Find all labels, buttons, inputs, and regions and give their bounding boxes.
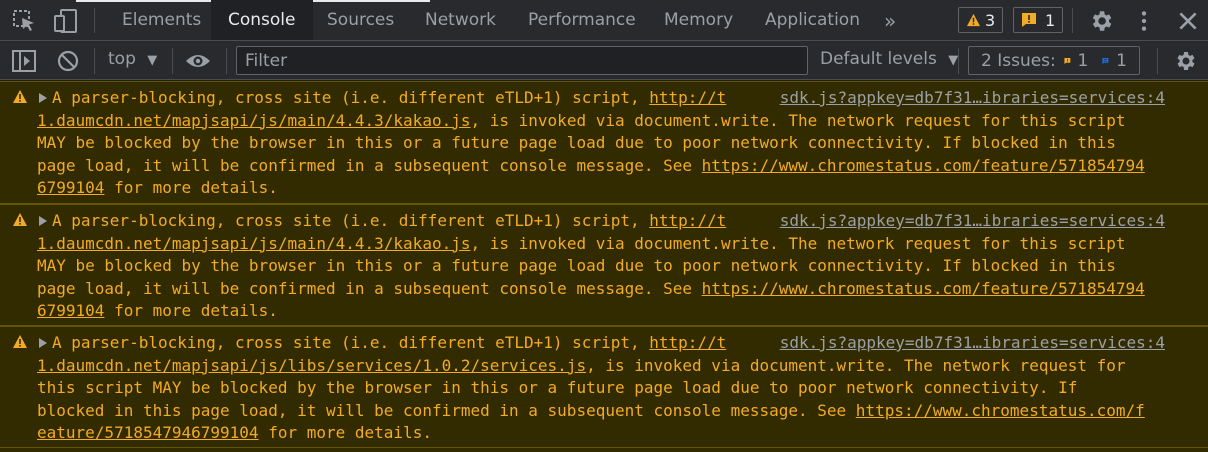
console-warning-message[interactable]: A parser-blocking, cross site (i.e. diff…	[0, 326, 1208, 448]
toolbar-divider	[1072, 8, 1073, 33]
toolbar-divider	[94, 48, 95, 74]
issues-count: 1	[1045, 10, 1056, 30]
script-url-link[interactable]: http://t	[649, 88, 726, 107]
warning-icon	[13, 335, 27, 348]
source-location-link[interactable]: sdk.js?appkey=db7f31…ibraries=services:4	[755, 87, 1165, 110]
script-url-link-cont[interactable]: 1.daumcdn.net/mapjsapi/js/libs/services/…	[37, 356, 586, 375]
issue-warning-flag-icon	[1064, 57, 1071, 64]
clear-console-icon[interactable]	[57, 50, 79, 72]
issue-info-flag-icon	[1102, 57, 1109, 64]
script-url-link[interactable]: http://t	[649, 211, 726, 230]
console-warning-message[interactable]: A parser-blocking, cross site (i.e. diff…	[0, 204, 1208, 326]
log-levels-dropdown[interactable]: Default levels ▼	[820, 49, 958, 69]
chromestatus-link-cont[interactable]: eature/5718547946799104	[37, 423, 259, 442]
chromestatus-link[interactable]: https://www.chromestatus.com/feature/571…	[702, 156, 1145, 175]
chromestatus-link[interactable]: https://www.chromestatus.com/f	[856, 401, 1145, 420]
device-toolbar-icon[interactable]	[52, 9, 80, 33]
chromestatus-link[interactable]: https://www.chromestatus.com/feature/571…	[702, 279, 1145, 298]
live-expression-eye-icon[interactable]	[185, 52, 211, 70]
warnings-count: 3	[985, 10, 996, 30]
toolbar-divider	[172, 48, 173, 74]
tab-console[interactable]: Console	[211, 0, 313, 40]
issues-label: 2 Issues:	[981, 50, 1056, 71]
filter-input[interactable]	[236, 46, 808, 75]
log-levels-label: Default levels	[820, 49, 937, 69]
console-warning-message[interactable]: A parser-blocking, cross site (i.e. diff…	[0, 81, 1208, 204]
warning-icon	[13, 213, 27, 226]
tab-network[interactable]: Network	[425, 0, 496, 40]
toolbar-divider	[1157, 48, 1158, 74]
issue-flag-icon	[1022, 13, 1036, 27]
tab-application[interactable]: Application	[765, 0, 860, 40]
script-url-link-cont[interactable]: 1.daumcdn.net/mapjsapi/js/main/4.4.3/kak…	[37, 111, 470, 130]
tab-memory[interactable]: Memory	[664, 0, 733, 40]
devtools-tabbar: Elements Console Sources Network Perform…	[0, 0, 1208, 41]
warnings-badge[interactable]: 3	[958, 7, 1004, 33]
dropdown-arrow-icon: ▼	[147, 53, 158, 68]
settings-gear-icon[interactable]	[1088, 8, 1114, 34]
toolbar-divider	[958, 48, 959, 74]
script-url-link[interactable]: http://t	[649, 333, 726, 352]
toolbar-divider	[94, 8, 95, 33]
toolbar-divider	[226, 48, 227, 74]
issues-warning-count: 1	[1077, 50, 1089, 71]
warning-icon	[966, 13, 981, 27]
dropdown-arrow-icon: ▼	[948, 53, 959, 68]
tab-sources[interactable]: Sources	[327, 0, 394, 40]
close-icon[interactable]	[1175, 8, 1201, 34]
show-sidebar-icon[interactable]	[12, 50, 36, 72]
chromestatus-link-cont[interactable]: 6799104	[37, 178, 104, 197]
tab-elements[interactable]: Elements	[122, 0, 201, 40]
console-toolbar: top ▼ Default levels ▼ 2 Issues: 1 1	[0, 41, 1208, 80]
source-location-link[interactable]: sdk.js?appkey=db7f31…ibraries=services:4	[755, 210, 1165, 233]
context-selector[interactable]: top ▼	[108, 49, 157, 69]
tab-performance[interactable]: Performance	[528, 0, 636, 40]
more-options-icon[interactable]	[1131, 8, 1157, 34]
inspect-element-icon[interactable]	[12, 9, 38, 33]
context-value: top	[108, 49, 136, 69]
issues-badge[interactable]: 1	[1013, 7, 1064, 33]
warning-icon	[13, 90, 27, 103]
source-location-link[interactable]: sdk.js?appkey=db7f31…ibraries=services:4	[755, 332, 1165, 355]
issues-info-count: 1	[1116, 50, 1127, 71]
issues-counter-button[interactable]: 2 Issues: 1 1	[968, 46, 1140, 75]
more-tabs-chevron-icon[interactable]: »	[884, 9, 896, 33]
console-settings-gear-icon[interactable]	[1173, 49, 1197, 73]
script-url-link-cont[interactable]: 1.daumcdn.net/mapjsapi/js/main/4.4.3/kak…	[37, 234, 470, 253]
chromestatus-link-cont[interactable]: 6799104	[37, 301, 104, 320]
console-messages: A parser-blocking, cross site (i.e. diff…	[0, 81, 1208, 452]
